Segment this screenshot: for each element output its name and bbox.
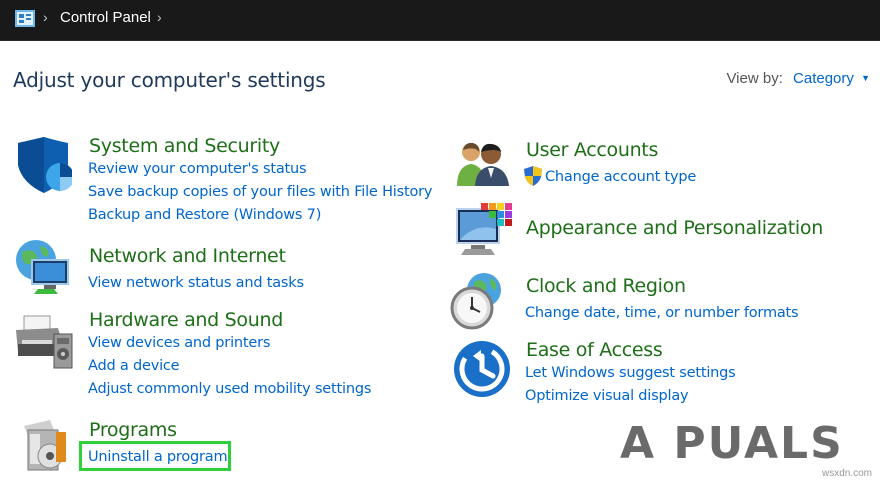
address-bar[interactable]: › Control Panel › xyxy=(0,0,880,41)
link-network-status[interactable]: View network status and tasks xyxy=(88,275,304,291)
link-devices-printers[interactable]: View devices and printers xyxy=(88,335,270,351)
clock-globe-icon xyxy=(450,273,501,330)
watermark-site: wsxdn.com xyxy=(821,468,872,479)
uac-shield-icon xyxy=(524,166,542,186)
breadcrumb-control-panel[interactable]: Control Panel xyxy=(60,9,151,26)
category-appearance-and-personalization[interactable]: Appearance and Personalization xyxy=(526,217,823,239)
ease-of-access-icon xyxy=(454,341,510,397)
view-by: View by: Category ▼ xyxy=(726,70,870,87)
shield-icon xyxy=(18,137,72,193)
view-by-label: View by: xyxy=(726,70,783,87)
link-review-status[interactable]: Review your computer's status xyxy=(88,161,307,177)
page-title: Adjust your computer's settings xyxy=(13,68,326,92)
category-clock-and-region[interactable]: Clock and Region xyxy=(526,275,686,297)
appearance-icon xyxy=(456,203,512,255)
category-ease-of-access[interactable]: Ease of Access xyxy=(526,339,663,361)
users-icon xyxy=(457,142,509,186)
control-panel-icon xyxy=(15,10,35,27)
chevron-right-icon[interactable]: › xyxy=(157,9,162,25)
link-uninstall-program[interactable]: Uninstall a program xyxy=(88,449,228,465)
watermark-logo: A PUALS xyxy=(620,418,844,469)
caret-down-icon[interactable]: ▼ xyxy=(861,73,870,83)
link-file-history[interactable]: Save backup copies of your files with Fi… xyxy=(88,184,432,200)
printer-icon xyxy=(16,315,73,369)
link-mobility-settings[interactable]: Adjust commonly used mobility settings xyxy=(88,381,371,397)
link-change-account-type[interactable]: Change account type xyxy=(545,169,696,185)
link-date-time-formats[interactable]: Change date, time, or number formats xyxy=(525,305,799,321)
link-backup-restore[interactable]: Backup and Restore (Windows 7) xyxy=(88,207,321,223)
category-programs[interactable]: Programs xyxy=(89,419,177,441)
programs-icon xyxy=(24,420,66,471)
link-suggest-settings[interactable]: Let Windows suggest settings xyxy=(525,365,736,381)
view-by-dropdown[interactable]: Category xyxy=(793,70,854,87)
link-optimize-visual-display[interactable]: Optimize visual display xyxy=(525,388,689,404)
category-network-and-internet[interactable]: Network and Internet xyxy=(89,245,286,267)
category-system-and-security[interactable]: System and Security xyxy=(89,135,280,157)
category-user-accounts[interactable]: User Accounts xyxy=(526,139,658,161)
chevron-right-icon[interactable]: › xyxy=(43,9,48,25)
category-hardware-and-sound[interactable]: Hardware and Sound xyxy=(89,309,283,331)
link-add-device[interactable]: Add a device xyxy=(88,358,180,374)
network-globe-icon xyxy=(16,240,69,294)
